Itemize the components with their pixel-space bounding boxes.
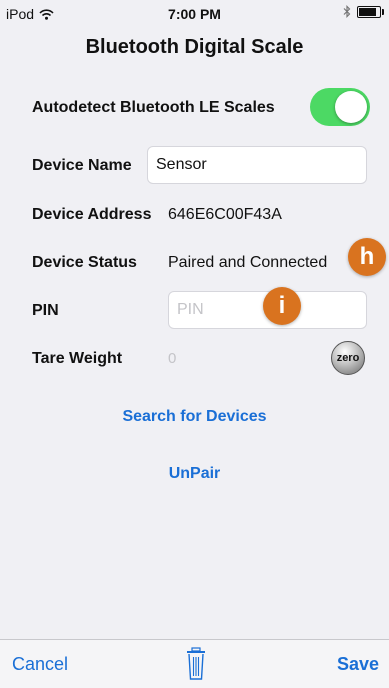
status-bar: iPod 7:00 PM (0, 0, 389, 24)
tare-weight-value: 0 (168, 350, 177, 367)
device-address-value: 646E6C00F43A (168, 206, 282, 223)
device-status-label: Device Status (32, 254, 137, 271)
autodetect-toggle[interactable] (310, 88, 370, 126)
annotation-badge-i: i (263, 287, 301, 325)
zero-button[interactable]: zero (331, 341, 365, 375)
cancel-button[interactable]: Cancel (12, 654, 68, 675)
status-time: 7:00 PM (168, 6, 221, 22)
status-right (343, 5, 384, 18)
autodetect-label: Autodetect Bluetooth LE Scales (32, 99, 275, 116)
toggle-knob (335, 91, 367, 123)
pin-label: PIN (32, 302, 59, 319)
bluetooth-icon (343, 5, 351, 18)
device-address-label: Device Address (32, 206, 152, 223)
save-button[interactable]: Save (337, 654, 379, 675)
device-name-field-label: Device Name (32, 157, 132, 174)
unpair-button[interactable]: UnPair (0, 465, 389, 483)
trash-icon[interactable] (186, 647, 206, 680)
battery-icon (357, 5, 384, 18)
bottom-toolbar: Cancel Save (0, 639, 389, 688)
tare-weight-label: Tare Weight (32, 350, 123, 367)
annotation-badge-h: h (348, 238, 386, 276)
battery-fill (359, 7, 376, 16)
search-devices-button[interactable]: Search for Devices (0, 408, 389, 426)
device-name-input[interactable] (147, 146, 367, 184)
device-status-value: Paired and Connected (168, 254, 328, 271)
page-title: Bluetooth Digital Scale (85, 36, 304, 58)
